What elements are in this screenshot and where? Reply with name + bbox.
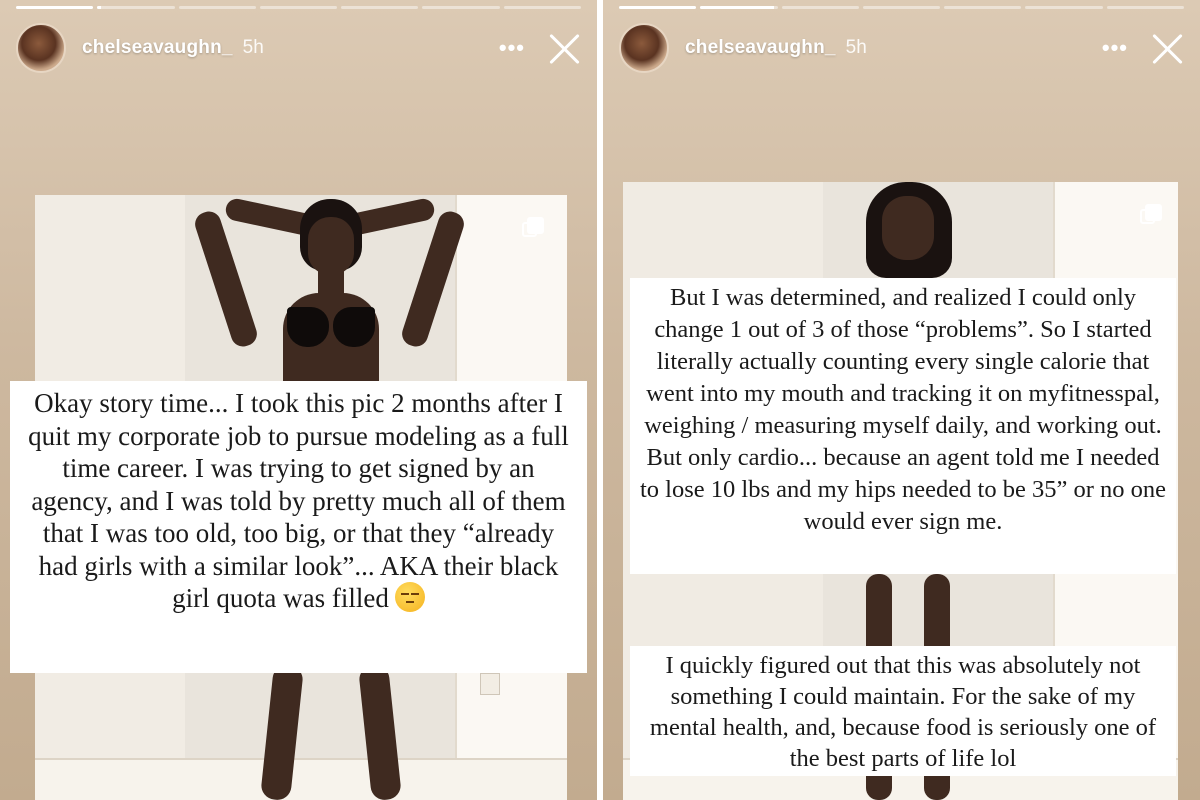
progress-segment (178, 6, 256, 9)
story-progress-bar (619, 6, 1184, 9)
multiple-photos-icon (1140, 204, 1162, 226)
multiple-photos-icon (522, 217, 544, 239)
story-panel-1[interactable]: chelseavaughn_ 5h ••• Okay story time...… (0, 0, 597, 800)
username[interactable]: chelseavaughn_ (82, 37, 233, 59)
progress-segment (1025, 6, 1103, 9)
caption-text: Okay story time... I took this pic 2 mon… (28, 388, 569, 613)
progress-segment (781, 6, 859, 9)
story-caption: Okay story time... I took this pic 2 mon… (10, 381, 587, 673)
caption-text: I quickly figured out that this was abso… (649, 652, 1157, 772)
progress-segment (944, 6, 1022, 9)
progress-segment (341, 6, 419, 9)
story-progress-bar (16, 6, 581, 9)
close-icon[interactable] (547, 31, 581, 65)
avatar[interactable] (619, 23, 669, 73)
story-caption-bottom: I quickly figured out that this was abso… (630, 646, 1176, 776)
more-options-icon[interactable]: ••• (1102, 35, 1128, 61)
story-panel-2[interactable]: chelseavaughn_ 5h ••• But I was determin… (603, 0, 1200, 800)
progress-segment (862, 6, 941, 9)
progress-segment (700, 6, 778, 9)
more-options-icon[interactable]: ••• (499, 35, 525, 61)
progress-segment (16, 6, 94, 9)
story-viewer: chelseavaughn_ 5h ••• Okay story time...… (0, 0, 1200, 800)
username[interactable]: chelseavaughn_ (685, 37, 836, 59)
story-header: chelseavaughn_ 5h ••• (619, 22, 1184, 74)
time-ago: 5h (845, 37, 867, 58)
unamused-face-emoji-icon (394, 582, 425, 612)
progress-segment (619, 6, 697, 9)
progress-segment (1106, 6, 1184, 9)
story-header: chelseavaughn_ 5h ••• (16, 22, 581, 74)
caption-text: But I was determined, and realized I cou… (640, 284, 1166, 535)
close-icon[interactable] (1150, 31, 1184, 65)
progress-segment (503, 6, 581, 9)
progress-segment (259, 6, 338, 9)
avatar[interactable] (16, 23, 66, 73)
progress-segment (422, 6, 500, 9)
progress-segment (97, 6, 175, 9)
story-caption-top: But I was determined, and realized I cou… (630, 278, 1176, 574)
time-ago: 5h (242, 37, 264, 58)
